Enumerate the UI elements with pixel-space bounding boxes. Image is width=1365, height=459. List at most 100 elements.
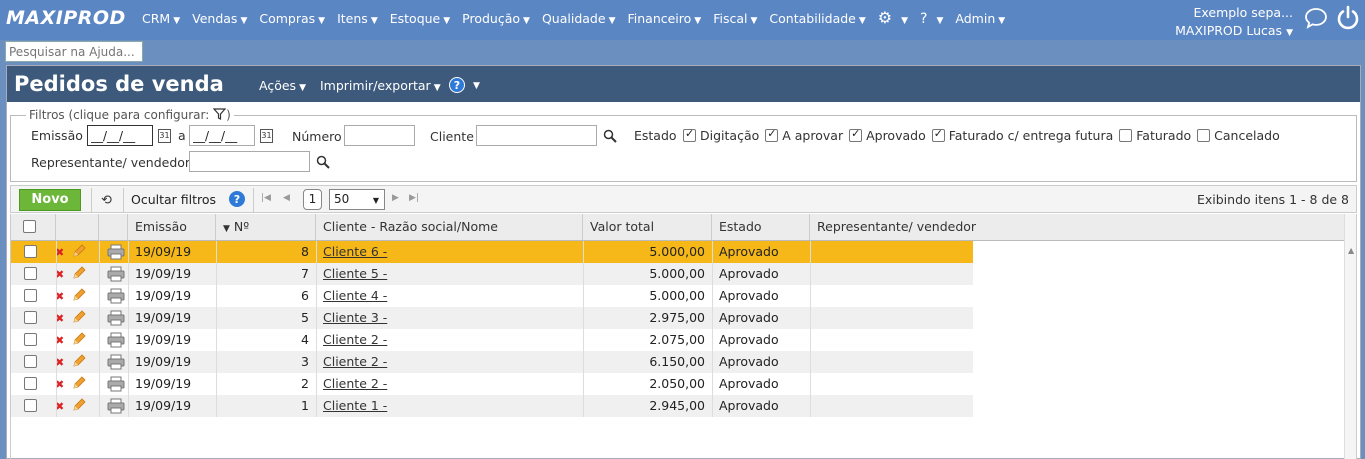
header-numero[interactable]: ▼ Nº (216, 214, 316, 240)
filters-legend[interactable]: Filtros (clique para configurar: ) (26, 108, 234, 122)
header-valor[interactable]: Valor total (583, 214, 712, 240)
vertical-scrollbar[interactable]: ▲ (1344, 214, 1356, 459)
nav-crm[interactable]: CRM ▼ (142, 11, 180, 26)
edit-pencil-icon[interactable] (71, 353, 87, 369)
nav-compras[interactable]: Compras ▼ (259, 11, 325, 26)
app-logo[interactable]: MAXIPROD (6, 7, 126, 29)
cell-cliente-link[interactable]: Cliente 4 - (316, 285, 583, 307)
header-representante[interactable]: Representante/ vendedor (810, 214, 1344, 240)
representante-input[interactable] (189, 151, 310, 172)
print-icon[interactable] (107, 376, 125, 392)
cliente-input[interactable] (476, 125, 597, 146)
checkbox-aprovado[interactable] (849, 127, 863, 142)
date-from-input[interactable] (87, 125, 153, 146)
table-row[interactable]: ✖ 19/09/19 3 Cliente 2 -6.150,00 Aprovado (11, 351, 973, 373)
nav-itens[interactable]: Itens ▼ (337, 11, 378, 26)
row-checkbox[interactable] (24, 267, 37, 280)
table-row[interactable]: ✖ 19/09/19 2 Cliente 2 -2.050,00 Aprovado (11, 373, 973, 395)
nav-producao[interactable]: Produção ▼ (462, 11, 530, 26)
cell-cliente-link[interactable]: Cliente 2 - (316, 329, 583, 351)
current-page[interactable]: 1 (303, 189, 322, 210)
table-row[interactable]: ✖ 19/09/19 4 Cliente 2 -2.075,00 Aprovado (11, 329, 973, 351)
table-row[interactable]: ✖ 19/09/19 6 Cliente 4 -5.000,00 Aprovado (11, 285, 973, 307)
edit-pencil-icon[interactable] (71, 397, 87, 413)
print-icon[interactable] (107, 266, 125, 282)
print-icon[interactable] (107, 288, 125, 304)
last-page-icon[interactable]: ▶| (409, 193, 419, 203)
print-icon[interactable] (107, 310, 125, 326)
cell-cliente-link[interactable]: Cliente 2 - (316, 351, 583, 373)
print-icon[interactable] (107, 244, 125, 260)
row-checkbox[interactable] (24, 355, 37, 368)
row-checkbox[interactable] (24, 377, 37, 390)
checkbox-label: Faturado c/ entrega futura (948, 128, 1114, 143)
nav-financeiro[interactable]: Financeiro ▼ (627, 11, 701, 26)
nav-settings[interactable]: ⚙ ▼ (878, 10, 908, 27)
first-page-icon[interactable]: |◀ (261, 193, 271, 203)
checkbox-faturado-entrega-futura[interactable] (931, 127, 945, 142)
checkbox-digitacao[interactable] (683, 127, 696, 142)
nav-admin[interactable]: Admin ▼ (955, 11, 1005, 26)
edit-pencil-icon[interactable] (71, 287, 87, 303)
refresh-icon[interactable]: ⟲ (101, 193, 112, 208)
cell-cliente-link[interactable]: Cliente 2 - (316, 373, 583, 395)
row-checkbox[interactable] (24, 289, 37, 302)
numero-input[interactable] (344, 125, 415, 146)
edit-pencil-icon[interactable] (71, 309, 87, 325)
table-row[interactable]: ✖ 19/09/19 5 Cliente 3 -2.975,00 Aprovado (11, 307, 973, 329)
row-checkbox[interactable] (24, 399, 37, 412)
row-checkbox[interactable] (24, 311, 37, 324)
print-icon[interactable] (107, 354, 125, 370)
edit-pencil-icon[interactable] (71, 375, 87, 391)
calendar-icon[interactable]: 31 (158, 129, 171, 143)
print-icon[interactable] (107, 332, 125, 348)
row-checkbox[interactable] (24, 333, 37, 346)
nav-fiscal[interactable]: Fiscal ▼ (713, 11, 757, 26)
nav-help[interactable]: ? ▼ (920, 11, 943, 26)
help-search-input[interactable] (5, 41, 143, 62)
page-size-select[interactable]: 50 ▼ (329, 189, 385, 210)
nav-qualidade[interactable]: Qualidade ▼ (542, 11, 616, 26)
new-button[interactable]: Novo (19, 189, 81, 211)
date-to-input[interactable] (189, 125, 255, 146)
chat-icon[interactable] (1304, 7, 1328, 29)
cell-cliente-link[interactable]: Cliente 5 - (316, 263, 583, 285)
page-help-menu[interactable]: ? ▼ (449, 76, 480, 93)
help-circle-icon: ? (920, 11, 928, 27)
search-icon[interactable] (316, 155, 330, 169)
search-icon[interactable] (603, 129, 617, 143)
grid-help-button[interactable]: ? (229, 191, 245, 207)
table-row[interactable]: ✖ 19/09/19 1 Cliente 1 -2.945,00 Aprovado (11, 395, 973, 417)
checkbox-a-aprovar[interactable] (765, 127, 779, 142)
nav-contabilidade[interactable]: Contabilidade ▼ (769, 11, 865, 26)
checkbox-faturado[interactable] (1119, 129, 1133, 142)
header-emissao[interactable]: Emissão (128, 214, 216, 240)
filter-icon[interactable] (212, 108, 227, 120)
row-checkbox[interactable] (24, 245, 37, 258)
nav-estoque[interactable]: Estoque ▼ (390, 11, 450, 26)
checkbox-cancelado[interactable] (1197, 129, 1211, 142)
edit-pencil-icon[interactable] (71, 265, 87, 281)
hide-filters-button[interactable]: Ocultar filtros (131, 192, 216, 207)
print-export-menu[interactable]: Imprimir/exportar ▼ (320, 78, 441, 93)
cell-cliente-link[interactable]: Cliente 3 - (316, 307, 583, 329)
edit-pencil-icon[interactable] (71, 243, 87, 259)
cell-cliente-link[interactable]: Cliente 6 - (316, 241, 583, 263)
print-icon[interactable] (107, 398, 125, 414)
nav-vendas[interactable]: Vendas ▼ (192, 11, 247, 26)
header-select-all[interactable] (11, 214, 56, 240)
next-page-icon[interactable]: ▶ (392, 193, 399, 203)
edit-pencil-icon[interactable] (71, 331, 87, 347)
user-menu[interactable]: Exemplo sepa... MAXIPROD Lucas ▼ (1175, 4, 1293, 42)
prev-page-icon[interactable]: ◀ (283, 193, 290, 203)
actions-menu[interactable]: Ações ▼ (259, 78, 306, 93)
scroll-up-icon[interactable]: ▲ (1348, 246, 1354, 255)
power-icon[interactable] (1336, 5, 1360, 31)
table-row[interactable]: ✖ 19/09/19 7 Cliente 5 -5.000,00 Aprovado (11, 263, 973, 285)
header-estado[interactable]: Estado (712, 214, 810, 240)
table-row[interactable]: ✖ 19/09/19 8 Cliente 6 -5.000,00 Aprovado (11, 241, 973, 263)
calendar-icon[interactable]: 31 (260, 129, 273, 143)
cell-cliente-link[interactable]: Cliente 1 - (316, 395, 583, 417)
select-all-checkbox[interactable] (23, 220, 36, 233)
header-cliente[interactable]: Cliente - Razão social/Nome (316, 214, 583, 240)
